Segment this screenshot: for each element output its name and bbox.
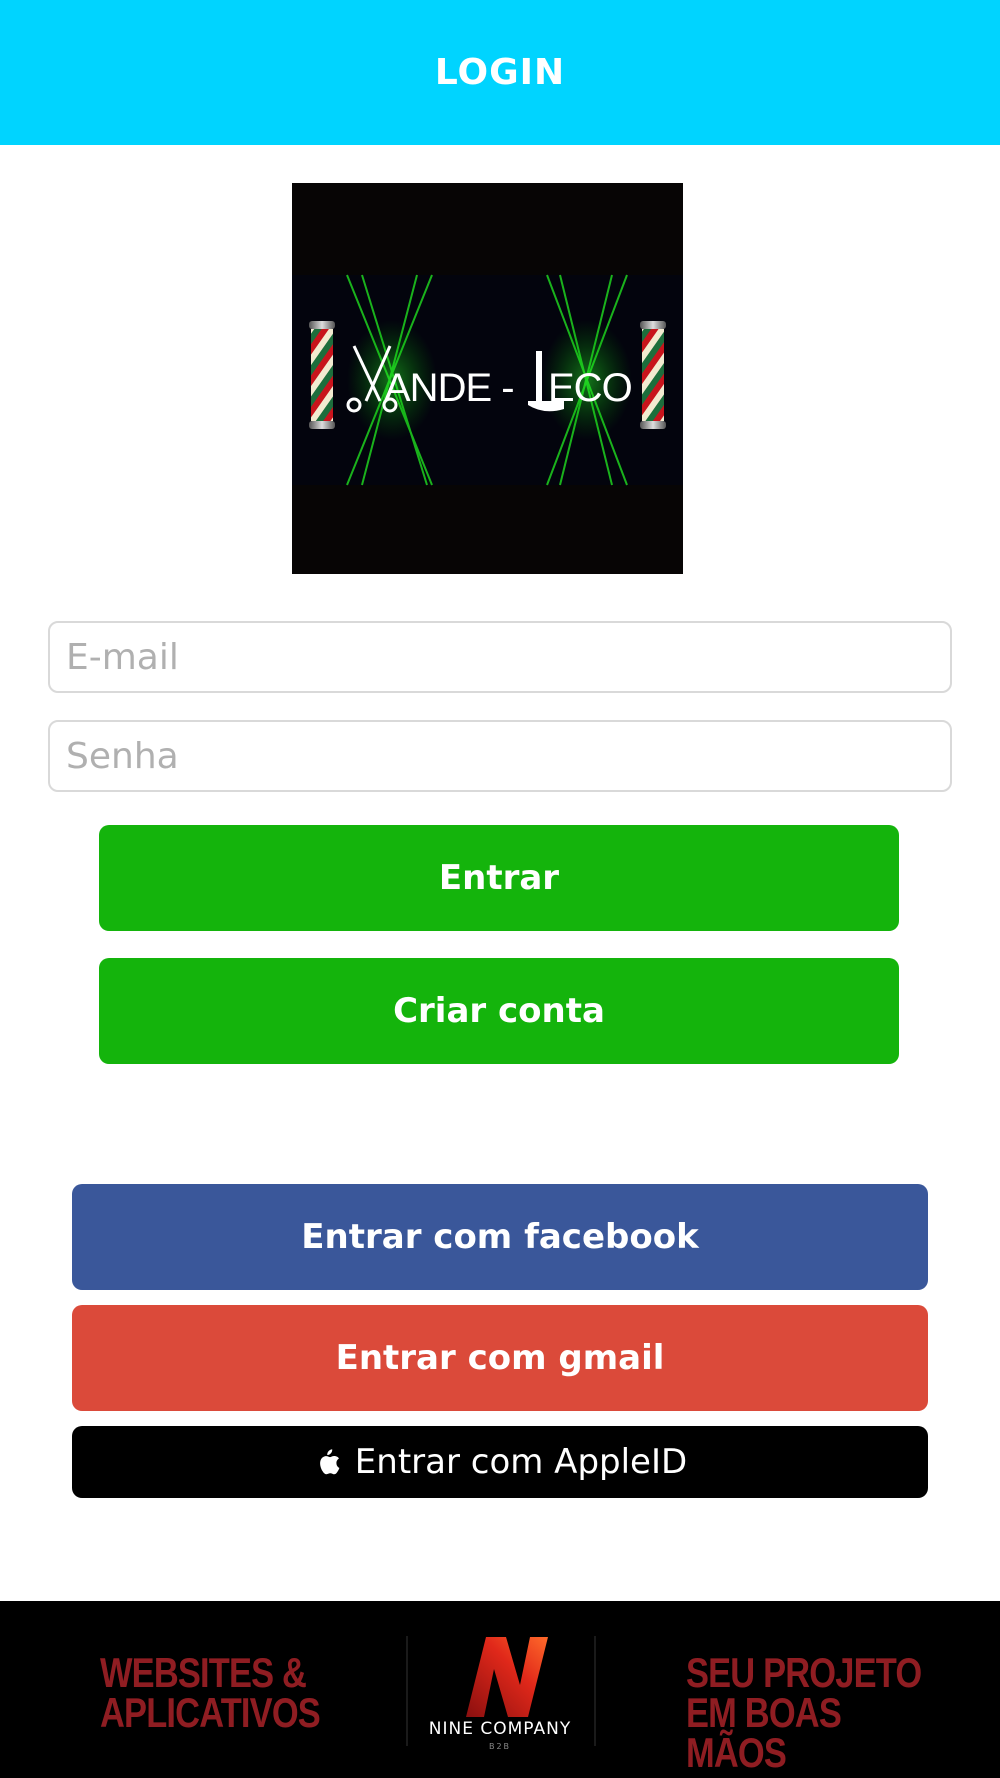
gmail-login-button[interactable]: Entrar com gmail (72, 1305, 928, 1411)
footer-left-line1: WEBSITES & (100, 1649, 307, 1696)
footer-left-line2: APLICATIVOS (100, 1689, 321, 1736)
apple-icon (319, 1449, 340, 1475)
page-title: LOGIN (434, 52, 566, 93)
footer-divider (594, 1636, 596, 1746)
footer-right-line1: SEU PROJETO (686, 1649, 922, 1696)
apple-login-button[interactable]: Entrar com AppleID (72, 1426, 928, 1498)
company-brand: NINE COMPANY B2B (408, 1633, 592, 1763)
footer-right-text: SEU PROJETO EM BOAS MÃOS (686, 1649, 943, 1776)
facebook-login-button[interactable]: Entrar com facebook (72, 1184, 928, 1290)
logo-text-right: ECO (548, 366, 632, 410)
barber-pole-icon (309, 321, 335, 429)
barbershop-logo: ANDE - ECO (292, 183, 683, 574)
email-field[interactable] (48, 621, 952, 693)
footer-left-text: WEBSITES & APLICATIVOS (100, 1649, 321, 1736)
logo-image: ANDE - ECO (292, 274, 683, 486)
logo-text-left: ANDE - (384, 366, 514, 410)
password-field[interactable] (48, 720, 952, 792)
nine-company-logo-icon (466, 1637, 548, 1717)
apple-login-label: Entrar com AppleID (354, 1442, 688, 1482)
company-subtitle: B2B (488, 1742, 512, 1751)
company-name: NINE COMPANY (428, 1719, 572, 1739)
footer-banner: WEBSITES & APLICATIVOS NINE COMPANY B2B … (0, 1601, 1000, 1778)
create-account-button[interactable]: Criar conta (99, 958, 899, 1064)
footer-right-line2: EM BOAS MÃOS (686, 1689, 842, 1776)
login-button[interactable]: Entrar (99, 825, 899, 931)
header-bar: LOGIN (0, 0, 1000, 145)
